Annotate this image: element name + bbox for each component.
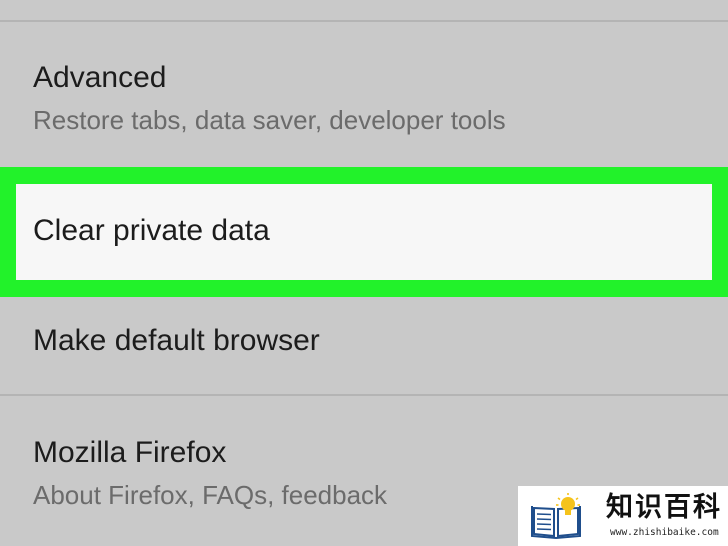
- watermark-url: www.zhishibaike.com: [610, 527, 719, 538]
- settings-item-clear-private-data[interactable]: Clear private data: [16, 184, 712, 280]
- settings-item-make-default-browser[interactable]: Make default browser: [0, 323, 728, 359]
- highlight-box: Clear private data: [0, 167, 728, 297]
- settings-screen: Advanced Restore tabs, data saver, devel…: [0, 0, 728, 546]
- watermark-name: 知识百科: [606, 492, 722, 523]
- settings-item-title: Clear private data: [33, 214, 270, 247]
- divider: [0, 20, 728, 22]
- watermark: 知识百科 www.zhishibaike.com: [518, 486, 728, 546]
- settings-item-advanced[interactable]: Advanced Restore tabs, data saver, devel…: [0, 60, 728, 136]
- settings-item-title: Make default browser: [33, 324, 320, 357]
- settings-item-subtitle: Restore tabs, data saver, developer tool…: [33, 105, 506, 135]
- settings-item-title: Mozilla Firefox: [33, 436, 227, 469]
- book-lightbulb-icon: [528, 492, 584, 540]
- settings-item-title: Advanced: [33, 61, 167, 94]
- divider: [0, 394, 728, 396]
